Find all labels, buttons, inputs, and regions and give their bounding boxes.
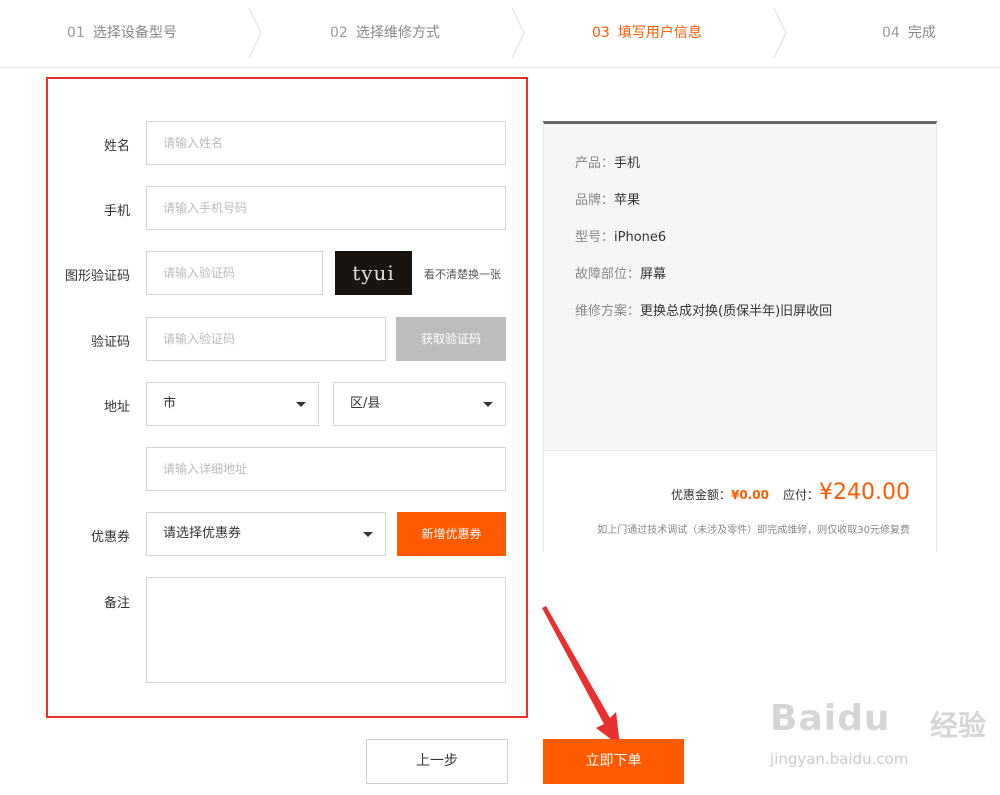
caret-down-icon	[363, 532, 373, 537]
summary-fault: 故障部位：屏幕	[575, 263, 666, 282]
discount-label: 优惠金额：	[671, 488, 732, 502]
step-4-number: 04	[882, 25, 900, 41]
captcha-label: 图形验证码	[64, 269, 130, 284]
plan-value: 更换总成对换(质保半年)旧屏收回	[640, 304, 833, 319]
captcha-image[interactable]: tyui	[335, 251, 412, 295]
repair-fee-note: 如上门通过技术调试（未涉及零件）即完成维修，则仅收取30元修复费	[597, 525, 910, 536]
step-1-label: 选择设备型号	[92, 25, 177, 41]
remark-textarea[interactable]	[146, 577, 506, 683]
watermark-url: jingyan.baidu.com	[770, 750, 909, 768]
step-1-number: 01	[67, 25, 85, 41]
place-order-button[interactable]: 立即下单	[543, 739, 684, 784]
step-1: 01 选择设备型号	[67, 0, 177, 67]
district-select-value: 区/县	[350, 396, 381, 411]
phone-label: 手机	[103, 204, 130, 219]
price-line: 优惠金额：¥0.00 应付：¥240.00	[671, 480, 910, 505]
summary-model: 型号：iPhone6	[575, 226, 666, 245]
add-coupon-button[interactable]: 新增优惠券	[397, 512, 506, 556]
name-input[interactable]: 请输入姓名	[146, 121, 506, 165]
model-value: iPhone6	[614, 230, 667, 245]
watermark-logo: Baidu	[770, 698, 891, 739]
plan-key: 维修方案：	[575, 304, 641, 319]
product-value: 手机	[614, 156, 641, 171]
summary-product: 产品：手机	[575, 152, 640, 171]
discount-value: ¥0.00	[731, 488, 769, 502]
step-2-number: 02	[330, 25, 348, 41]
chevron-right-icon	[772, 8, 792, 58]
step-2: 02 选择维修方式	[330, 0, 440, 67]
summary-brand: 品牌：苹果	[575, 189, 640, 208]
address-detail-input[interactable]: 请输入详细地址	[146, 447, 506, 491]
fault-value: 屏幕	[640, 267, 667, 282]
model-key: 型号：	[575, 230, 615, 245]
city-select-value: 市	[163, 396, 177, 411]
watermark: Baidu 经验 jingyan.baidu.com	[770, 688, 990, 788]
step-2-label: 选择维修方式	[355, 25, 440, 41]
annotation-arrow-icon	[542, 606, 620, 746]
caret-down-icon	[296, 402, 306, 407]
order-summary-panel: 产品：手机 品牌：苹果 型号：iPhone6 故障部位：屏幕 维修方案：更换总成…	[543, 121, 937, 554]
city-select[interactable]: 市	[146, 382, 319, 426]
fault-key: 故障部位：	[575, 267, 641, 282]
step-progress-bar: 01 选择设备型号 02 选择维修方式 03 填写用户信息 04 完成	[0, 0, 1000, 68]
chevron-right-icon	[247, 8, 267, 58]
captcha-refresh-link[interactable]: 看不清楚换一张	[424, 266, 501, 282]
step-3-active: 03 填写用户信息	[592, 0, 702, 67]
remark-label: 备注	[103, 596, 130, 611]
address-label: 地址	[103, 400, 130, 415]
phone-input[interactable]: 请输入手机号码	[146, 186, 506, 230]
sms-code-label: 验证码	[90, 335, 130, 350]
step-4: 04 完成	[882, 0, 936, 67]
coupon-select[interactable]: 请选择优惠券	[146, 512, 386, 556]
caret-down-icon	[483, 402, 493, 407]
get-code-button[interactable]: 获取验证码	[396, 317, 506, 361]
name-label: 姓名	[103, 139, 130, 154]
captcha-input[interactable]: 请输入验证码	[146, 251, 323, 295]
coupon-label: 优惠券	[90, 530, 130, 545]
chevron-right-icon	[510, 8, 530, 58]
district-select[interactable]: 区/县	[333, 382, 506, 426]
prev-step-button[interactable]: 上一步	[366, 739, 508, 784]
product-key: 产品：	[575, 156, 615, 171]
step-4-label: 完成	[907, 25, 936, 41]
brand-key: 品牌：	[575, 193, 615, 208]
summary-plan: 维修方案：更换总成对换(质保半年)旧屏收回	[575, 300, 832, 319]
step-3-label: 填写用户信息	[617, 25, 702, 41]
brand-value: 苹果	[614, 193, 641, 208]
step-3-number: 03	[592, 25, 610, 41]
coupon-select-value: 请选择优惠券	[163, 526, 242, 541]
sms-code-input[interactable]: 请输入验证码	[146, 317, 386, 361]
watermark-logo-cn: 经验	[930, 709, 987, 742]
payable-value: ¥240.00	[819, 480, 910, 505]
payable-label: 应付：	[783, 488, 820, 502]
